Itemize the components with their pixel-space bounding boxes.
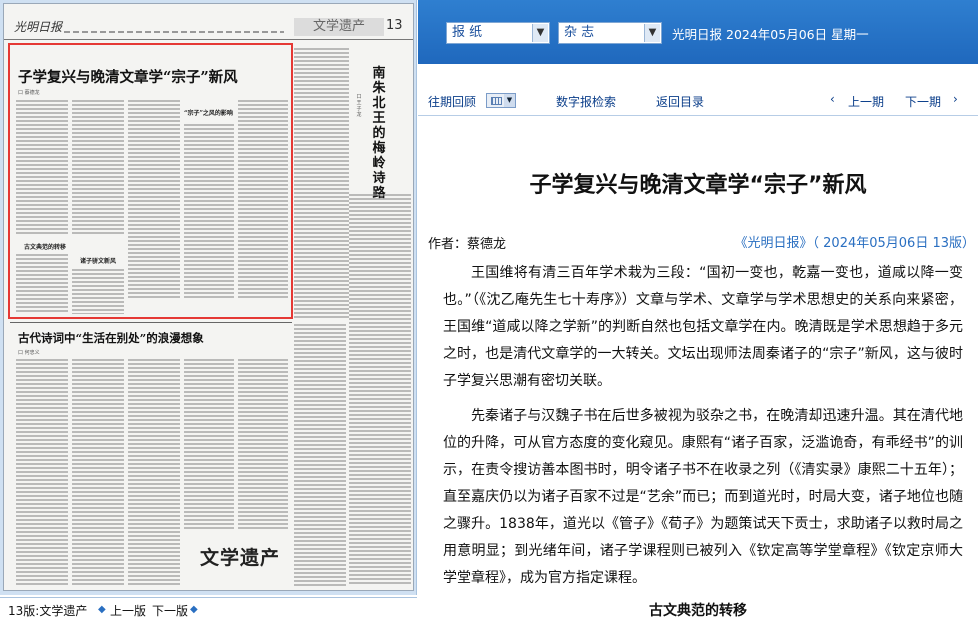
text-column	[16, 359, 68, 587]
chevron-left-icon[interactable]: ‹	[830, 92, 835, 106]
magazine-select[interactable]: 杂 志 ▼	[558, 22, 662, 44]
chevron-right-icon[interactable]: ›	[953, 92, 958, 106]
paper-select[interactable]: 报 纸 ▼	[446, 22, 550, 44]
paper-select-value: 报 纸	[452, 25, 483, 40]
publication-date: 光明日报 2024年05月06日 星期一	[672, 24, 869, 43]
prev-arrow-icon: ◆	[98, 604, 106, 615]
next-issue-link[interactable]: 下一期	[905, 93, 941, 110]
article-source[interactable]: 《光明日报》（ 2024年05月06日 13版）	[735, 232, 975, 251]
page-section-title: 文学遗产	[294, 18, 384, 36]
masthead: 光明日报 文学遗产 13	[4, 4, 413, 40]
text-column	[294, 48, 349, 318]
text-column	[349, 194, 411, 586]
text-column	[72, 359, 124, 587]
chevron-down-icon: ▼	[504, 94, 515, 107]
article-author: 作者：蔡德龙	[428, 237, 507, 252]
issue-date: 2024年05月06日	[726, 27, 828, 42]
divider	[10, 322, 292, 323]
page-footer-nav: 13版:文学遗产 ◆ 上一版 下一版 ◆	[0, 597, 417, 620]
chevron-down-icon: ▼	[532, 24, 548, 42]
article-title: 子学复兴与晚清文章学“宗子”新风	[529, 173, 867, 198]
page-number: 13	[386, 18, 403, 33]
magazine-select-value: 杂 志	[564, 25, 595, 40]
text-column	[184, 359, 234, 529]
back-to-index-link[interactable]: 返回目录	[656, 93, 704, 110]
article-subhead: 古文典范的转移	[649, 603, 747, 619]
publication-name: 光明日报	[672, 27, 723, 42]
newspaper-page-image[interactable]: 光明日报 文学遗产 13 子学复兴与晚清文章学“宗子”新风 口 蔡德龙 古文典范…	[3, 3, 414, 591]
side-headline[interactable]: 南朱北王的梅岭诗路	[370, 66, 388, 201]
masthead-logo: 光明日报	[14, 20, 63, 34]
prev-issue-link[interactable]: 上一期	[848, 93, 884, 110]
text-column	[294, 324, 346, 586]
newspaper-page-panel: 光明日报 文学遗产 13 子学复兴与晚清文章学“宗子”新风 口 蔡德龙 古文典范…	[0, 0, 417, 595]
selected-article-highlight[interactable]	[8, 43, 293, 319]
side-author: 口王子龙	[356, 94, 362, 118]
page-author-2: 口 何忠义	[18, 350, 40, 356]
calendar-button[interactable]: ▼	[486, 93, 516, 108]
page-headline-2[interactable]: 古代诗词中“生活在别处”的浪漫想象	[18, 330, 204, 346]
archive-link[interactable]: 往期回顾	[428, 93, 476, 110]
section-stamp: 文学遗产	[200, 547, 281, 569]
dateline	[64, 31, 284, 33]
current-page-label: 13版:文学遗产	[8, 604, 88, 618]
calendar-icon	[491, 97, 502, 105]
next-arrow-icon: ◆	[190, 604, 198, 615]
issue-weekday: 星期一	[831, 27, 869, 42]
article-paragraph: 王国维将有清三百年学术栽为三段：“国初一变也，乾嘉一变也，道咸以降一变也。”（《…	[443, 265, 963, 389]
search-link[interactable]: 数字报检索	[556, 93, 616, 110]
chevron-down-icon: ▼	[644, 24, 660, 42]
text-column	[128, 359, 180, 587]
text-column	[238, 359, 288, 529]
prev-page-link[interactable]: 上一版	[110, 602, 146, 619]
next-page-link[interactable]: 下一版	[152, 602, 188, 619]
article-paragraph: 先秦诸子与汉魏子书在后世多被视为驳杂之书，在晚清却迅速升温。其在清代地位的升降，…	[443, 408, 963, 586]
article-view: 子学复兴与晚清文章学“宗子”新风 作者：蔡德龙 《光明日报》（ 2024年05月…	[418, 140, 978, 620]
